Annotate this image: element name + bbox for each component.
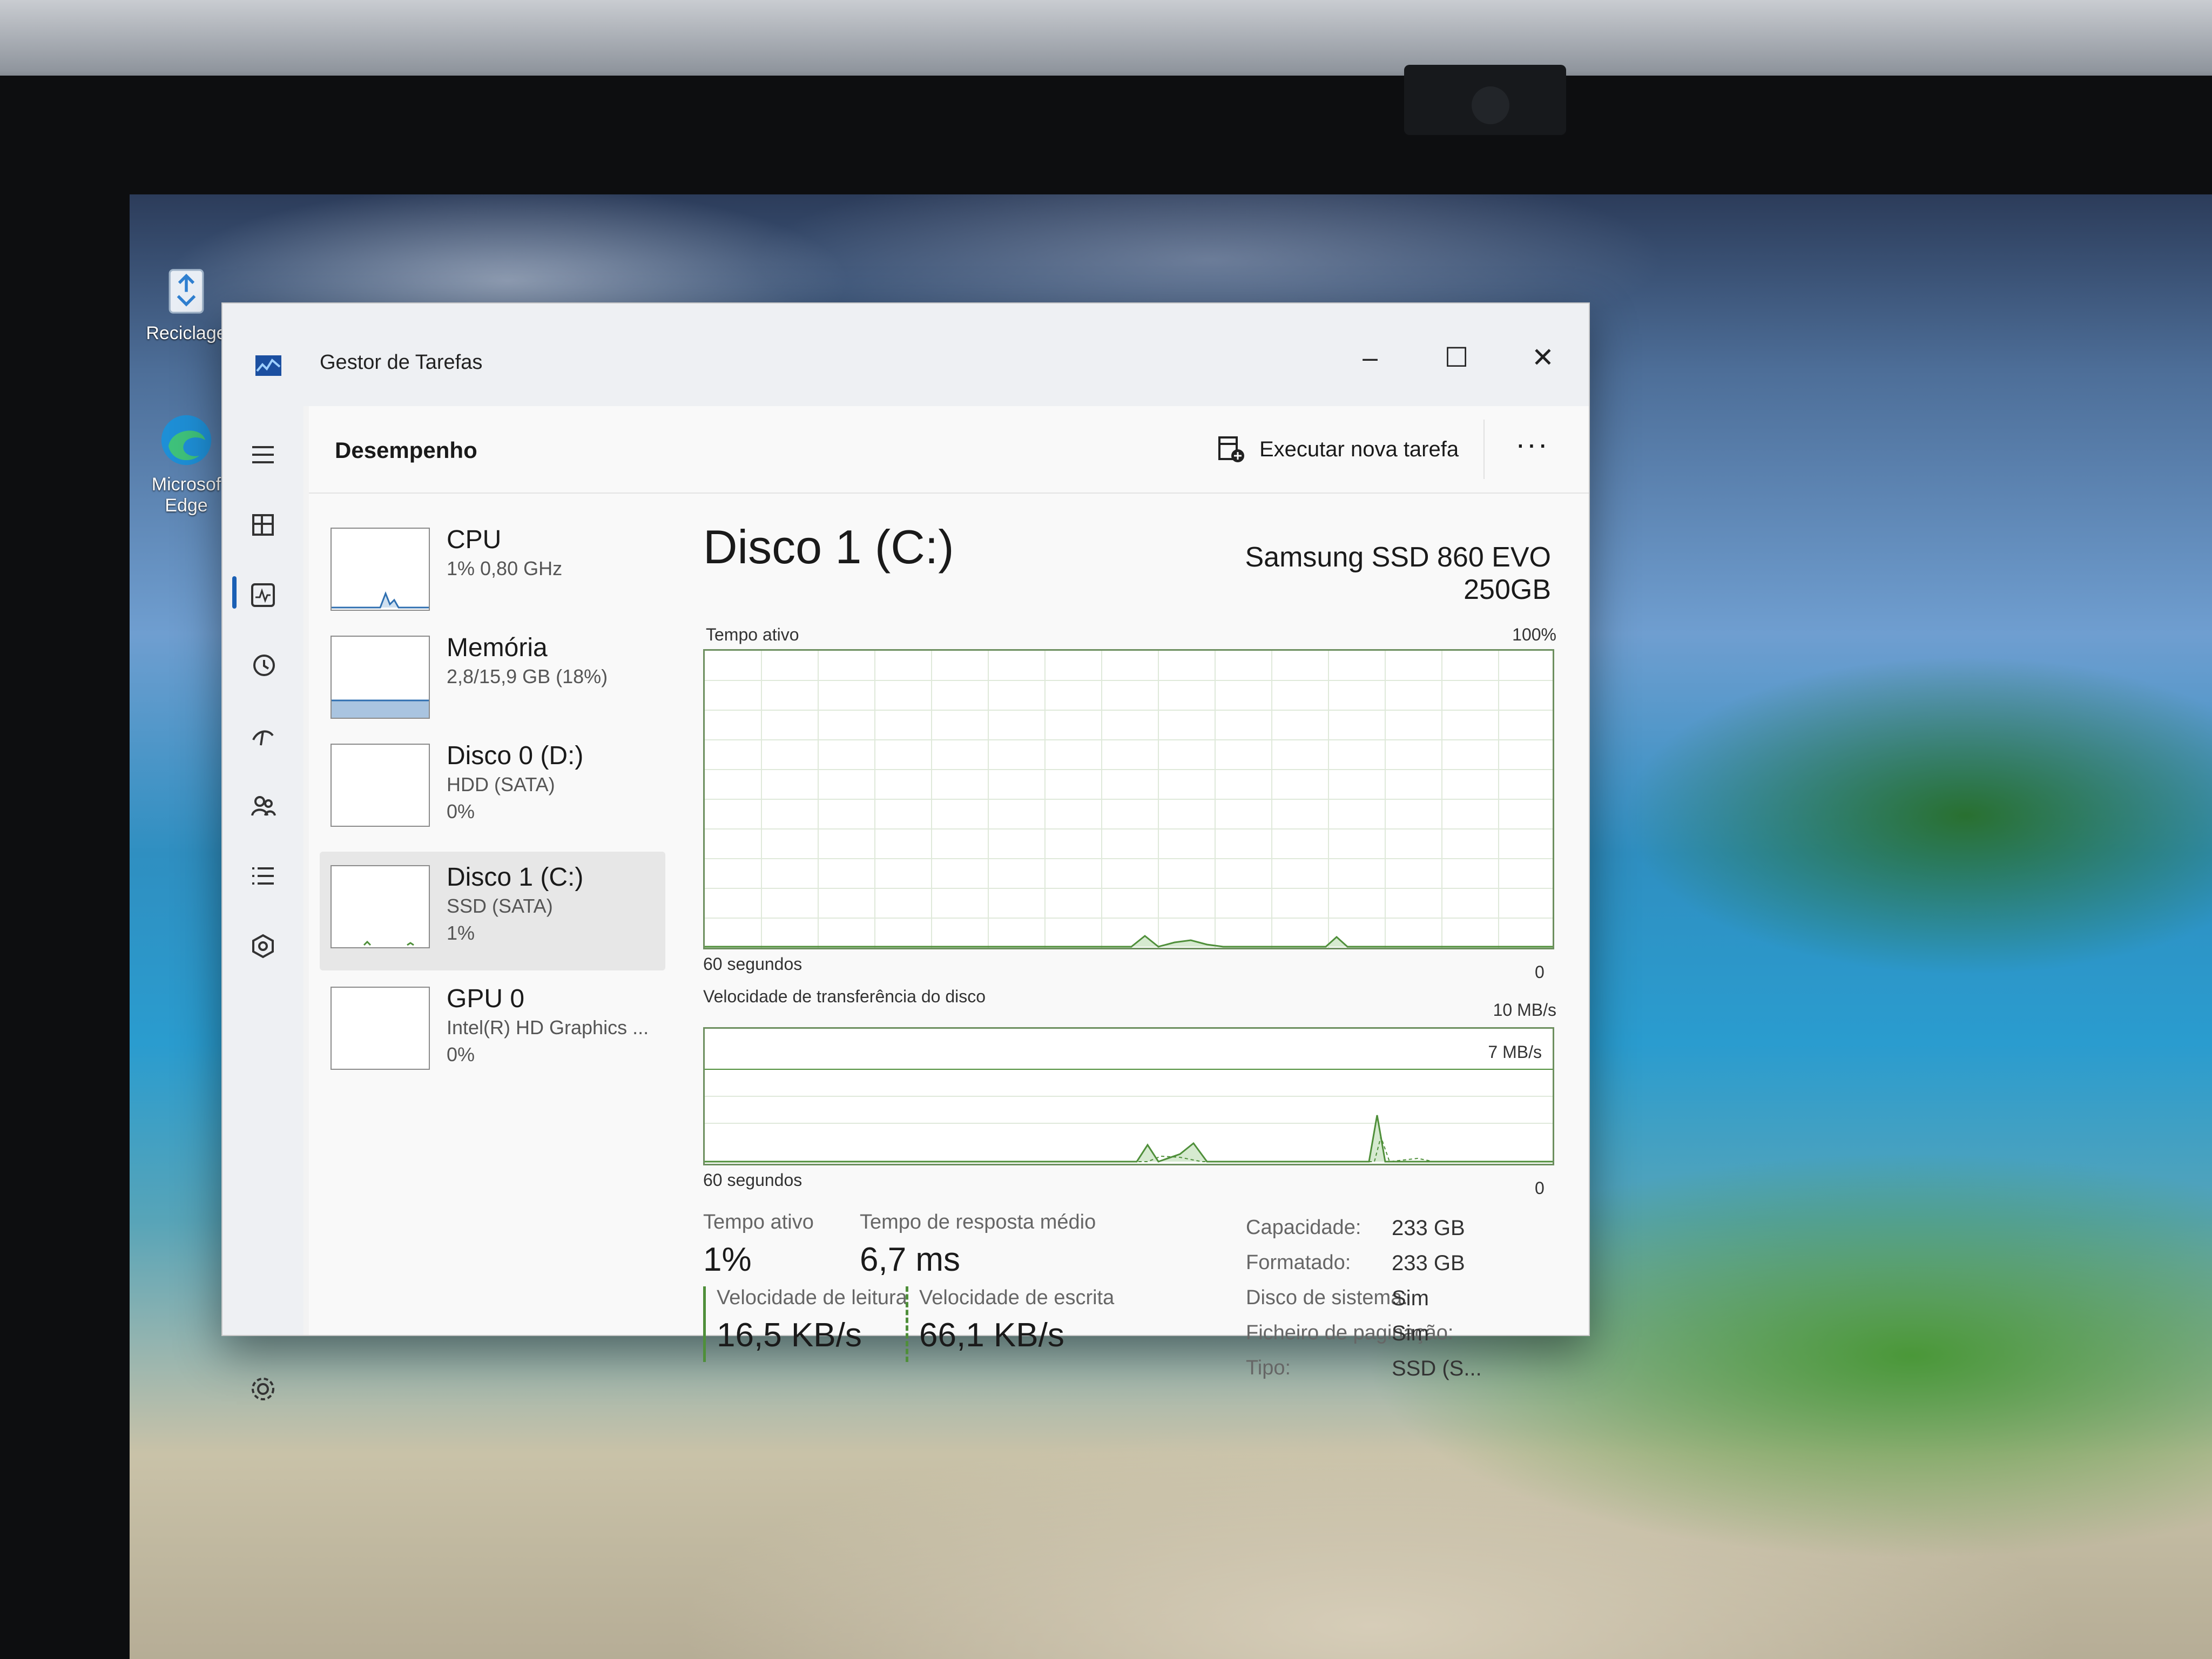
formatted-label: Formatado:: [1246, 1251, 1351, 1274]
active-time-value: 1%: [703, 1241, 752, 1278]
device-detail: 2,8/15,9 GB (18%): [447, 665, 608, 687]
left-navigation: [222, 406, 304, 1400]
desktop-icon-edge[interactable]: Microsof Edge: [140, 410, 232, 516]
device-item-disk-0[interactable]: Disco 0 (D:) HDD (SATA) 0%: [320, 730, 665, 849]
system-disk-value: Sim: [1392, 1286, 1429, 1310]
transfer-rate-inner-scale: 7 MB/s: [1488, 1042, 1542, 1062]
active-time-graph-label: Tempo ativo: [706, 625, 799, 644]
device-thumbnail: [331, 987, 430, 1070]
device-usage: 0%: [447, 800, 475, 822]
nav-active-indicator: [232, 576, 237, 609]
minimize-button[interactable]: –: [1330, 314, 1411, 401]
disk-title: Disco 1 (C:): [703, 520, 954, 574]
panel-header: Desempenho Executar nova tarefa ···: [309, 406, 1589, 494]
maximize-button[interactable]: ☐: [1416, 314, 1497, 401]
new-task-icon: [1218, 436, 1244, 462]
device-item-cpu[interactable]: CPU 1% 0,80 GHz: [320, 514, 665, 633]
device-usage: 1%: [447, 922, 475, 944]
capacity-label: Capacidade:: [1246, 1216, 1361, 1239]
services-icon[interactable]: [247, 930, 279, 962]
recycle-bin-icon: [157, 259, 216, 319]
read-speed-value: 16,5 KB/s: [717, 1317, 862, 1354]
device-name: Memória: [447, 633, 548, 662]
task-manager-window: Gestor de Tarefas – ☐ ✕ Desempenho Execu…: [221, 302, 1590, 1400]
device-detail: Intel(R) HD Graphics ...: [447, 1016, 649, 1038]
webcam-lens: [1472, 86, 1509, 124]
settings-gear-icon[interactable]: [247, 1373, 279, 1405]
header-divider: [1483, 420, 1485, 479]
disk-model: Samsung SSD 860 EVO 250GB: [1245, 542, 1551, 605]
device-detail: 1% 0,80 GHz: [447, 557, 563, 579]
page-file-value: Sim: [1392, 1321, 1429, 1345]
edge-label-2: Edge: [165, 495, 208, 516]
close-button[interactable]: ✕: [1502, 314, 1583, 401]
title-bar: Gestor de Tarefas – ☐ ✕: [222, 304, 1589, 406]
active-time-graph: [703, 649, 1554, 949]
active-time-label: Tempo ativo: [703, 1211, 814, 1233]
device-name: Disco 0 (D:): [447, 741, 584, 770]
desktop-icon-recycle-bin[interactable]: Reciclage: [140, 259, 232, 344]
processes-icon[interactable]: [247, 509, 279, 541]
read-speed-label: Velocidade de leitura: [717, 1286, 907, 1309]
app-history-icon[interactable]: [247, 649, 279, 682]
hamburger-menu-icon[interactable]: [247, 439, 279, 471]
active-time-graph-duration: 60 segundos: [703, 954, 802, 974]
transfer-rate-graph-max: 10 MB/s: [1493, 1000, 1556, 1020]
write-speed-legend-line: [906, 1286, 908, 1362]
details-icon[interactable]: [247, 860, 279, 892]
device-item-memory[interactable]: Memória 2,8/15,9 GB (18%): [320, 622, 665, 741]
device-detail: SSD (SATA): [447, 895, 553, 917]
system-disk-label: Disco de sistema:: [1246, 1286, 1408, 1309]
avg-response-time-value: 6,7 ms: [860, 1241, 961, 1278]
recycle-bin-label: Reciclage: [146, 323, 227, 343]
edge-label-1: Microsof: [151, 474, 221, 495]
formatted-value: 233 GB: [1392, 1251, 1465, 1275]
task-manager-app-icon: [255, 355, 281, 376]
write-speed-label: Velocidade de escrita: [919, 1286, 1115, 1309]
device-thumbnail: [331, 528, 430, 611]
capacity-value: 233 GB: [1392, 1216, 1465, 1240]
active-time-graph-min: 0: [1535, 962, 1545, 982]
run-new-task-label: Executar nova tarefa: [1259, 437, 1459, 461]
write-speed-value: 66,1 KB/s: [919, 1317, 1064, 1354]
edge-icon: [157, 410, 216, 470]
performance-icon[interactable]: [247, 579, 279, 611]
transfer-rate-graph-min: 0: [1535, 1178, 1545, 1198]
type-label: Tipo:: [1246, 1357, 1291, 1379]
device-name: GPU 0: [447, 984, 525, 1013]
page-title: Desempenho: [335, 437, 477, 463]
window-title: Gestor de Tarefas: [320, 351, 483, 374]
device-item-disk-1[interactable]: Disco 1 (C:) SSD (SATA) 1%: [320, 852, 665, 970]
read-speed-legend-line: [703, 1286, 706, 1362]
avg-response-time-label: Tempo de resposta médio: [860, 1211, 1096, 1233]
type-value: SSD (S...: [1392, 1357, 1482, 1380]
startup-apps-icon[interactable]: [247, 719, 279, 752]
more-options-button[interactable]: ···: [1505, 422, 1559, 476]
device-thumbnail: [331, 865, 430, 948]
device-thumbnail: [331, 744, 430, 827]
active-time-graph-max: 100%: [1512, 625, 1556, 644]
transfer-rate-graph-duration: 60 segundos: [703, 1170, 802, 1190]
device-detail: HDD (SATA): [447, 773, 555, 795]
device-thumbnail: [331, 636, 430, 719]
transfer-rate-graph: 7 MB/s: [703, 1027, 1554, 1165]
transfer-rate-graph-label: Velocidade de transferência do disco: [703, 987, 986, 1006]
performance-panel: Desempenho Executar nova tarefa ··· CPU …: [309, 406, 1589, 1380]
device-item-gpu-0[interactable]: GPU 0 Intel(R) HD Graphics ... 0%: [320, 973, 665, 1092]
users-icon[interactable]: [247, 790, 279, 822]
device-name: CPU: [447, 525, 502, 554]
device-name: Disco 1 (C:): [447, 863, 584, 892]
run-new-task-button[interactable]: Executar nova tarefa: [1216, 428, 1459, 471]
device-usage: 0%: [447, 1043, 475, 1065]
